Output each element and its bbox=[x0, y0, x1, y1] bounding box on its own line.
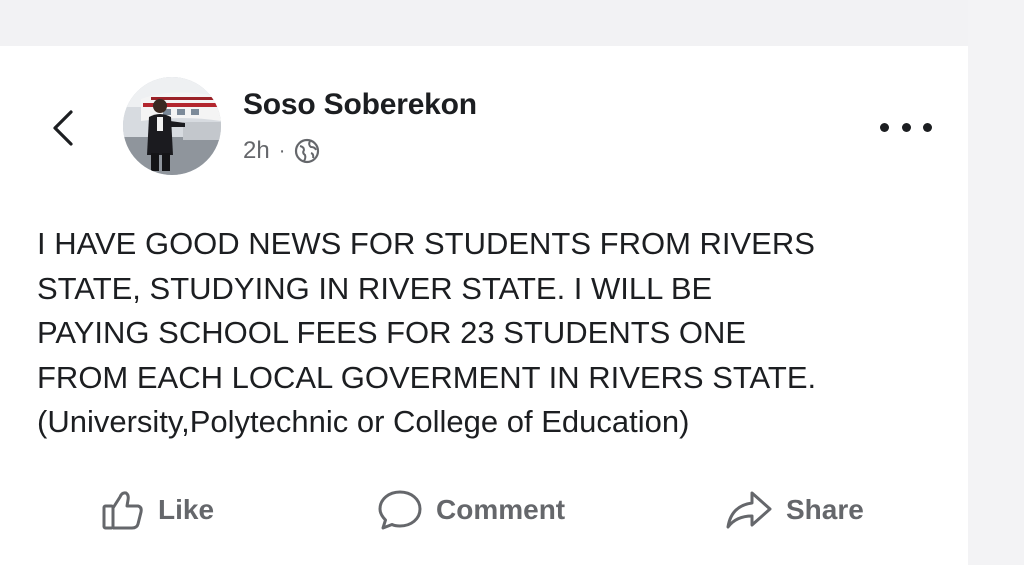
more-dot bbox=[880, 122, 889, 132]
more-options-button[interactable] bbox=[880, 118, 932, 136]
post-timestamp[interactable]: 2h bbox=[243, 137, 270, 165]
post-meta: 2h · bbox=[243, 137, 320, 165]
avatar[interactable] bbox=[123, 77, 221, 175]
share-label: Share bbox=[786, 494, 864, 525]
like-button[interactable]: Like bbox=[100, 480, 214, 540]
meta-separator: · bbox=[278, 139, 286, 162]
speech-bubble-icon bbox=[378, 490, 422, 530]
top-background bbox=[0, 0, 968, 46]
back-button[interactable] bbox=[48, 108, 78, 148]
more-dot bbox=[901, 122, 911, 132]
comment-label: Comment bbox=[436, 494, 566, 525]
post-actions: Like Comment Share bbox=[0, 480, 968, 540]
globe-icon[interactable] bbox=[294, 138, 320, 164]
comment-button[interactable]: Comment bbox=[376, 480, 565, 540]
share-button[interactable]: Share bbox=[724, 480, 864, 540]
side-background bbox=[968, 0, 1024, 565]
post-text: I HAVE GOOD NEWS FOR STUDENTS FROM RIVER… bbox=[37, 226, 817, 439]
share-arrow-icon bbox=[726, 491, 772, 529]
chevron-left-icon bbox=[53, 110, 73, 146]
profile-photo bbox=[123, 77, 221, 175]
author-name[interactable]: Soso Soberekon bbox=[243, 88, 477, 122]
like-label: Like bbox=[158, 494, 215, 525]
more-dot bbox=[923, 122, 932, 132]
thumbs-up-icon bbox=[102, 491, 143, 530]
